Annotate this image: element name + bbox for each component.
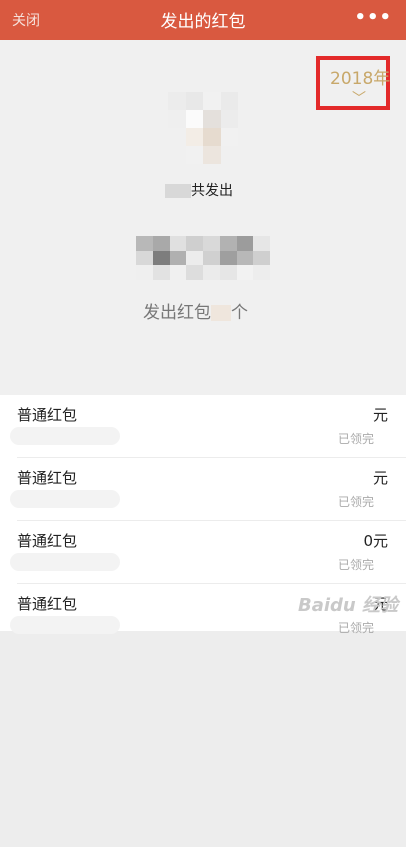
total-sent-label: 共发出 — [165, 180, 233, 200]
more-options-icon[interactable]: ••• — [354, 7, 392, 28]
packet-type-label: 普通红包 — [17, 532, 78, 550]
chevron-down-icon[interactable]: ﹀ — [352, 88, 366, 108]
blurred-timestamp — [10, 427, 120, 445]
blurred-timestamp — [10, 553, 120, 571]
blurred-total-amount — [136, 236, 270, 280]
blurred-count — [211, 305, 231, 321]
blurred-name — [165, 184, 191, 198]
packet-amount: 元 — [372, 469, 388, 487]
packet-amount: 0元 — [363, 532, 388, 550]
list-item[interactable]: 普通红包 元 已领完 — [0, 458, 406, 521]
packet-status: 已领完 — [337, 432, 374, 446]
list-item[interactable]: 普通红包 0元 已领完 — [0, 521, 406, 584]
packet-type-label: 普通红包 — [17, 406, 78, 424]
list-item[interactable]: 普通红包 元 已领完 — [0, 395, 406, 458]
blurred-timestamp — [10, 616, 120, 634]
packet-status: 已领完 — [337, 558, 374, 572]
watermark: Baidu 经验 — [297, 595, 398, 616]
packet-status: 已领完 — [337, 621, 374, 635]
year-selector[interactable]: 2018年 — [330, 64, 390, 89]
page-title: 发出的红包 — [160, 12, 246, 32]
packet-amount: 元 — [372, 406, 388, 424]
top-bar: 关闭 发出的红包 ••• — [0, 0, 406, 40]
blurred-timestamp — [10, 490, 120, 508]
sent-count-label: 发出红包个 — [143, 303, 248, 323]
avatar — [168, 92, 238, 164]
packet-status: 已领完 — [337, 495, 374, 509]
packet-type-label: 普通红包 — [17, 595, 78, 613]
packet-type-label: 普通红包 — [17, 469, 78, 487]
